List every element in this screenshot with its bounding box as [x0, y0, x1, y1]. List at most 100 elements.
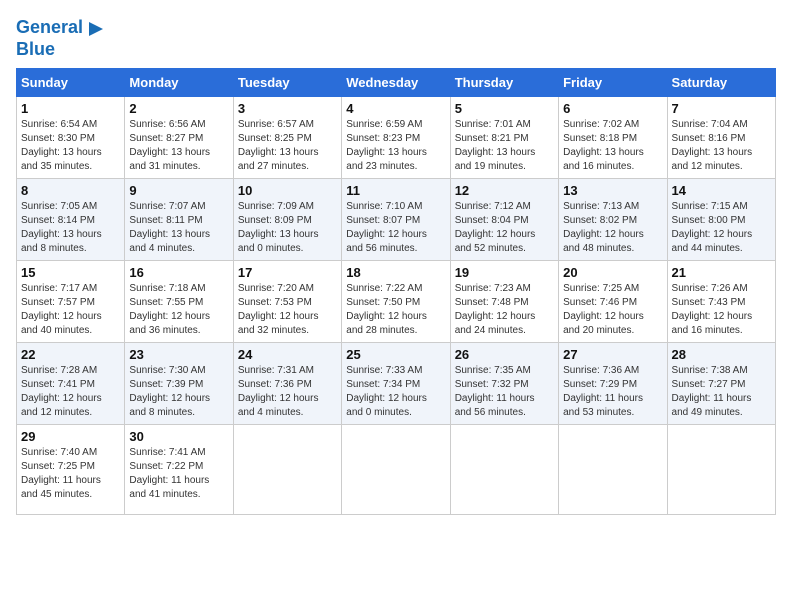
calendar-cell: 28 Sunrise: 7:38 AMSunset: 7:27 PMDayligh…: [667, 342, 775, 424]
day-number: 28: [672, 347, 771, 362]
day-info: Sunrise: 7:40 AMSunset: 7:25 PMDaylight:…: [21, 446, 120, 502]
calendar-cell: 14 Sunrise: 7:15 AMSunset: 8:00 PMDayligh…: [667, 178, 775, 260]
day-info: Sunrise: 6:54 AMSunset: 8:30 PMDaylight:…: [21, 118, 120, 174]
calendar-cell: 18 Sunrise: 7:22 AMSunset: 7:50 PMDayligh…: [342, 260, 450, 342]
weekday-thursday: Thursday: [450, 68, 558, 96]
week-row-4: 22 Sunrise: 7:28 AMSunset: 7:41 PMDayligh…: [17, 342, 776, 424]
day-info: Sunrise: 7:22 AMSunset: 7:50 PMDaylight:…: [346, 282, 445, 338]
day-info: Sunrise: 7:28 AMSunset: 7:41 PMDaylight:…: [21, 364, 120, 420]
weekday-sunday: Sunday: [17, 68, 125, 96]
calendar-cell: 23 Sunrise: 7:30 AMSunset: 7:39 PMDayligh…: [125, 342, 233, 424]
calendar-cell: [233, 424, 341, 514]
logo: General Blue: [16, 16, 107, 60]
weekday-saturday: Saturday: [667, 68, 775, 96]
day-number: 2: [129, 101, 228, 116]
day-info: Sunrise: 7:02 AMSunset: 8:18 PMDaylight:…: [563, 118, 662, 174]
week-row-1: 1Sunrise: 6:54 AMSunset: 8:30 PMDaylight…: [17, 96, 776, 178]
calendar-cell: 27 Sunrise: 7:36 AMSunset: 7:29 PMDayligh…: [559, 342, 667, 424]
day-info: Sunrise: 7:36 AMSunset: 7:29 PMDaylight:…: [563, 364, 662, 420]
weekday-tuesday: Tuesday: [233, 68, 341, 96]
calendar-cell: [559, 424, 667, 514]
week-row-5: 29Sunrise: 7:40 AMSunset: 7:25 PMDayligh…: [17, 424, 776, 514]
calendar: SundayMondayTuesdayWednesdayThursdayFrid…: [16, 68, 776, 515]
day-number: 11: [346, 183, 445, 198]
calendar-cell: 11 Sunrise: 7:10 AMSunset: 8:07 PMDayligh…: [342, 178, 450, 260]
day-number: 20: [563, 265, 662, 280]
calendar-cell: 15 Sunrise: 7:17 AMSunset: 7:57 PMDayligh…: [17, 260, 125, 342]
day-info: Sunrise: 7:25 AMSunset: 7:46 PMDaylight:…: [563, 282, 662, 338]
day-number: 13: [563, 183, 662, 198]
day-number: 23: [129, 347, 228, 362]
day-number: 19: [455, 265, 554, 280]
calendar-cell: 30Sunrise: 7:41 AMSunset: 7:22 PMDayligh…: [125, 424, 233, 514]
day-number: 27: [563, 347, 662, 362]
calendar-cell: 13 Sunrise: 7:13 AMSunset: 8:02 PMDayligh…: [559, 178, 667, 260]
calendar-cell: 20 Sunrise: 7:25 AMSunset: 7:46 PMDayligh…: [559, 260, 667, 342]
day-info: Sunrise: 7:01 AMSunset: 8:21 PMDaylight:…: [455, 118, 554, 174]
logo-text: General: [16, 18, 83, 38]
day-number: 7: [672, 101, 771, 116]
calendar-cell: 9 Sunrise: 7:07 AMSunset: 8:11 PMDaylight…: [125, 178, 233, 260]
day-number: 18: [346, 265, 445, 280]
day-number: 9: [129, 183, 228, 198]
day-number: 26: [455, 347, 554, 362]
day-number: 25: [346, 347, 445, 362]
calendar-cell: 5 Sunrise: 7:01 AMSunset: 8:21 PMDaylight…: [450, 96, 558, 178]
day-info: Sunrise: 7:35 AMSunset: 7:32 PMDaylight:…: [455, 364, 554, 420]
day-info: Sunrise: 7:04 AMSunset: 8:16 PMDaylight:…: [672, 118, 771, 174]
calendar-cell: 29Sunrise: 7:40 AMSunset: 7:25 PMDayligh…: [17, 424, 125, 514]
day-info: Sunrise: 7:13 AMSunset: 8:02 PMDaylight:…: [563, 200, 662, 256]
weekday-monday: Monday: [125, 68, 233, 96]
day-info: Sunrise: 7:09 AMSunset: 8:09 PMDaylight:…: [238, 200, 337, 256]
day-info: Sunrise: 7:30 AMSunset: 7:39 PMDaylight:…: [129, 364, 228, 420]
calendar-cell: 24 Sunrise: 7:31 AMSunset: 7:36 PMDayligh…: [233, 342, 341, 424]
calendar-cell: 21 Sunrise: 7:26 AMSunset: 7:43 PMDayligh…: [667, 260, 775, 342]
week-row-2: 8 Sunrise: 7:05 AMSunset: 8:14 PMDaylight…: [17, 178, 776, 260]
day-number: 22: [21, 347, 120, 362]
day-info: Sunrise: 7:26 AMSunset: 7:43 PMDaylight:…: [672, 282, 771, 338]
day-number: 12: [455, 183, 554, 198]
day-number: 8: [21, 183, 120, 198]
day-info: Sunrise: 7:23 AMSunset: 7:48 PMDaylight:…: [455, 282, 554, 338]
day-number: 15: [21, 265, 120, 280]
day-number: 21: [672, 265, 771, 280]
day-number: 14: [672, 183, 771, 198]
day-info: Sunrise: 7:17 AMSunset: 7:57 PMDaylight:…: [21, 282, 120, 338]
day-info: Sunrise: 7:05 AMSunset: 8:14 PMDaylight:…: [21, 200, 120, 256]
calendar-cell: 16 Sunrise: 7:18 AMSunset: 7:55 PMDayligh…: [125, 260, 233, 342]
calendar-cell: [342, 424, 450, 514]
day-info: Sunrise: 6:57 AMSunset: 8:25 PMDaylight:…: [238, 118, 337, 174]
calendar-cell: 6 Sunrise: 7:02 AMSunset: 8:18 PMDaylight…: [559, 96, 667, 178]
day-info: Sunrise: 7:15 AMSunset: 8:00 PMDaylight:…: [672, 200, 771, 256]
day-info: Sunrise: 7:38 AMSunset: 7:27 PMDaylight:…: [672, 364, 771, 420]
day-info: Sunrise: 6:59 AMSunset: 8:23 PMDaylight:…: [346, 118, 445, 174]
day-number: 24: [238, 347, 337, 362]
day-info: Sunrise: 6:56 AMSunset: 8:27 PMDaylight:…: [129, 118, 228, 174]
day-info: Sunrise: 7:10 AMSunset: 8:07 PMDaylight:…: [346, 200, 445, 256]
day-number: 5: [455, 101, 554, 116]
header: General Blue: [16, 16, 776, 60]
day-number: 6: [563, 101, 662, 116]
day-info: Sunrise: 7:12 AMSunset: 8:04 PMDaylight:…: [455, 200, 554, 256]
day-number: 3: [238, 101, 337, 116]
calendar-cell: 17 Sunrise: 7:20 AMSunset: 7:53 PMDayligh…: [233, 260, 341, 342]
day-info: Sunrise: 7:18 AMSunset: 7:55 PMDaylight:…: [129, 282, 228, 338]
day-number: 17: [238, 265, 337, 280]
day-info: Sunrise: 7:07 AMSunset: 8:11 PMDaylight:…: [129, 200, 228, 256]
calendar-cell: 3 Sunrise: 6:57 AMSunset: 8:25 PMDaylight…: [233, 96, 341, 178]
calendar-cell: 19 Sunrise: 7:23 AMSunset: 7:48 PMDayligh…: [450, 260, 558, 342]
calendar-cell: 1Sunrise: 6:54 AMSunset: 8:30 PMDaylight…: [17, 96, 125, 178]
logo-blue-text: Blue: [16, 40, 55, 60]
day-number: 30: [129, 429, 228, 444]
weekday-header-row: SundayMondayTuesdayWednesdayThursdayFrid…: [17, 68, 776, 96]
day-number: 4: [346, 101, 445, 116]
day-number: 16: [129, 265, 228, 280]
calendar-cell: 25Sunrise: 7:33 AMSunset: 7:34 PMDayligh…: [342, 342, 450, 424]
calendar-cell: 22 Sunrise: 7:28 AMSunset: 7:41 PMDayligh…: [17, 342, 125, 424]
day-info: Sunrise: 7:20 AMSunset: 7:53 PMDaylight:…: [238, 282, 337, 338]
weekday-friday: Friday: [559, 68, 667, 96]
day-number: 10: [238, 183, 337, 198]
weekday-wednesday: Wednesday: [342, 68, 450, 96]
calendar-cell: [667, 424, 775, 514]
day-info: Sunrise: 7:31 AMSunset: 7:36 PMDaylight:…: [238, 364, 337, 420]
